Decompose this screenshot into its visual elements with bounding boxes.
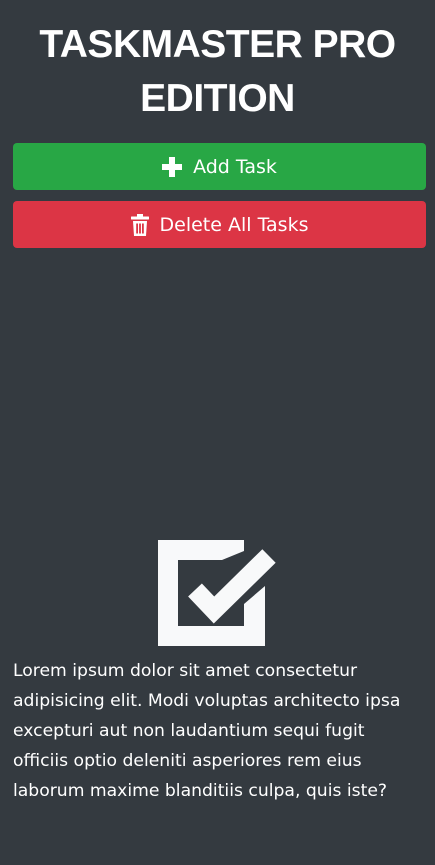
delete-all-tasks-label: Delete All Tasks xyxy=(159,213,309,236)
delete-all-tasks-button[interactable]: Delete All Tasks xyxy=(13,201,426,248)
add-task-label: Add Task xyxy=(193,155,277,178)
add-task-button[interactable]: Add Task xyxy=(13,143,426,190)
checkbox-check-icon xyxy=(158,540,280,646)
page-title: TASKMASTER PRO EDITION xyxy=(39,23,396,120)
trash-icon xyxy=(130,213,149,236)
empty-state-text: Lorem ipsum dolor sit amet consectetur a… xyxy=(13,661,401,801)
plus-icon xyxy=(162,156,183,177)
